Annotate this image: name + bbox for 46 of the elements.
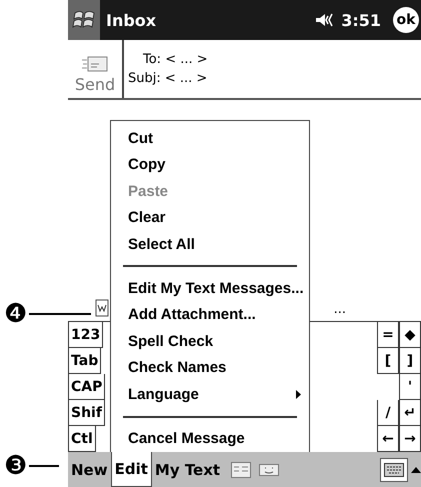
leader-line <box>29 313 92 315</box>
leader-line <box>29 465 60 467</box>
subject-field[interactable]: Subj: < ... > <box>128 71 208 86</box>
start-button[interactable] <box>68 0 100 40</box>
attachment-text: ... <box>334 302 346 317</box>
keyboard-key[interactable]: 123 <box>68 322 104 348</box>
menu-item[interactable]: Cancel Message <box>111 426 309 452</box>
window-title: Inbox <box>106 10 158 30</box>
submenu-arrow-icon <box>296 390 301 399</box>
keyboard-key[interactable]: ← <box>377 426 399 452</box>
send-button[interactable]: Send <box>68 40 124 98</box>
envelope-icon <box>82 55 108 73</box>
keyboard-key[interactable]: ◆ <box>399 322 421 348</box>
keyboard-key[interactable]: Tab <box>68 348 102 374</box>
menu-item[interactable]: Spell Check <box>111 328 309 355</box>
keyboard-key[interactable]: ] <box>399 348 421 374</box>
menu-item[interactable]: Language <box>111 381 309 408</box>
to-field[interactable]: To: < ... > <box>128 52 208 67</box>
ok-button[interactable]: ok <box>393 7 419 33</box>
callout-number: ❸ <box>4 452 28 480</box>
text-list-icon[interactable] <box>231 462 252 478</box>
callout-number: ❹ <box>4 300 28 328</box>
keyboard-icon[interactable] <box>380 458 408 482</box>
menu-item[interactable]: Clear <box>111 204 309 231</box>
keyboard-key[interactable]: Ctl <box>68 426 96 452</box>
keyboard-key[interactable]: ' <box>399 374 421 400</box>
up-arrow-icon[interactable] <box>411 464 421 474</box>
keyboard-key[interactable]: CAP <box>68 374 106 400</box>
keyboard-key[interactable]: / <box>377 400 399 426</box>
menu-bar-item[interactable]: New <box>68 452 111 487</box>
keyboard-key[interactable]: [ <box>377 348 399 374</box>
menu-bar-item[interactable]: My Text <box>152 452 224 487</box>
speaker-icon[interactable] <box>315 12 336 28</box>
keyboard-key[interactable]: Shif <box>68 400 105 426</box>
menu-item[interactable]: Add Attachment... <box>111 302 309 328</box>
menu-item[interactable]: Edit My Text Messages... <box>111 275 309 302</box>
keyboard-key[interactable]: → <box>399 426 421 452</box>
keyboard-key[interactable]: ↵ <box>399 400 421 426</box>
menu-item[interactable]: Cut <box>111 125 309 152</box>
smiley-icon[interactable] <box>259 462 280 478</box>
clock-time[interactable]: 3:51 <box>341 10 381 30</box>
menu-bar-item[interactable]: Edit <box>110 452 152 487</box>
keyboard-key[interactable]: = <box>377 322 399 348</box>
menu-item[interactable]: Check Names <box>111 354 309 382</box>
menu-item[interactable]: Select All <box>111 230 309 258</box>
menu-item[interactable]: Copy <box>111 151 309 178</box>
